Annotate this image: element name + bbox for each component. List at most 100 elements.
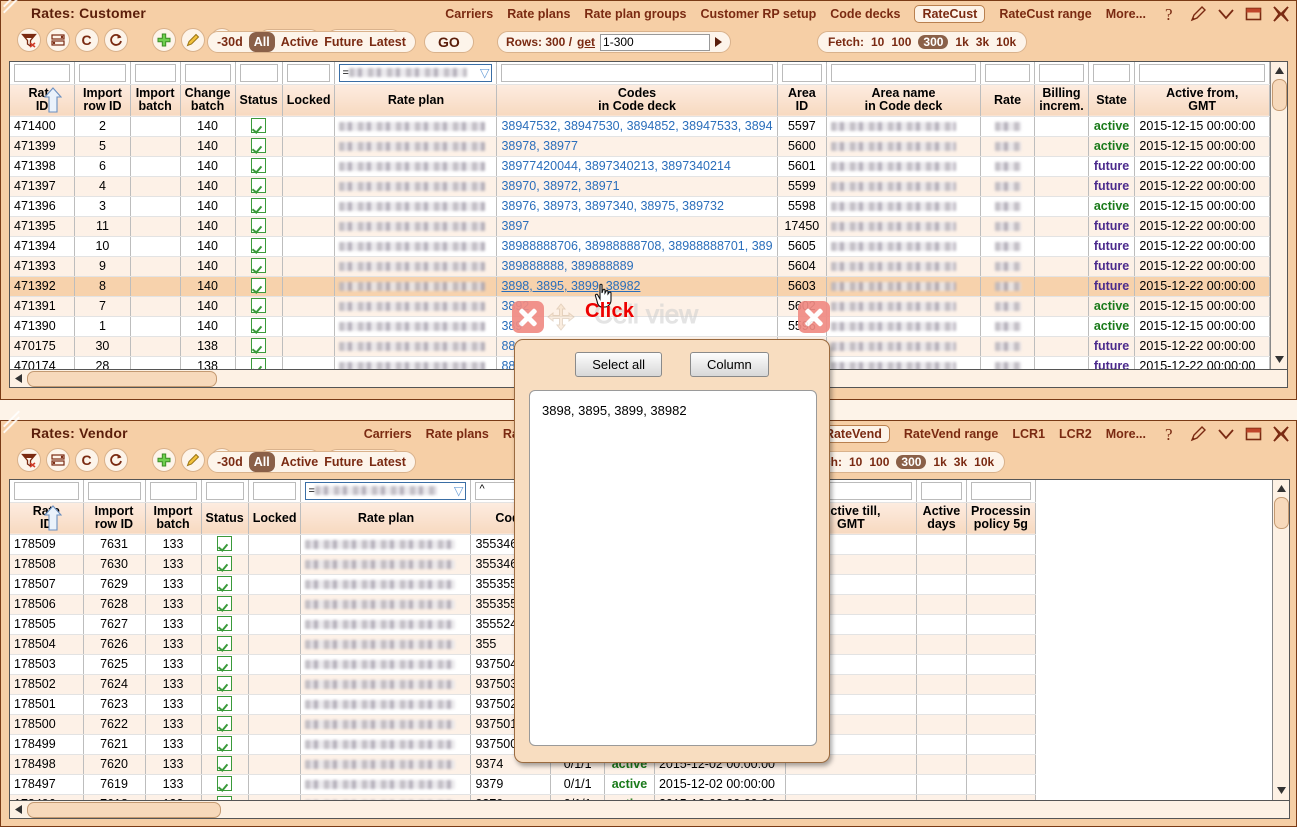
- cell-status[interactable]: [201, 614, 248, 634]
- cell-rate-plan[interactable]: [301, 734, 471, 754]
- period-active-vendor[interactable]: Active: [281, 452, 319, 472]
- cell-status[interactable]: [235, 116, 282, 136]
- cell-change-batch[interactable]: 140: [180, 296, 235, 316]
- filter-cell-rate[interactable]: [980, 62, 1034, 84]
- cell-import-batch[interactable]: 133: [145, 634, 201, 654]
- column-header-rate-id[interactable]: RateID: [10, 502, 83, 534]
- cell-billing-increm[interactable]: [1035, 116, 1088, 136]
- column-header-rate-plan[interactable]: Rate plan: [301, 502, 471, 534]
- cell-import-row-id[interactable]: 7627: [83, 614, 145, 634]
- cell-rate[interactable]: [980, 196, 1034, 216]
- cell-rate-id[interactable]: 178504: [10, 634, 83, 654]
- filter-cell-area-name-in-code-deck[interactable]: [827, 62, 981, 84]
- filter-cell-state[interactable]: [1088, 62, 1135, 84]
- nav-ratevend-range[interactable]: RateVend range: [904, 427, 998, 441]
- status-checkbox[interactable]: [217, 616, 232, 631]
- cell-change-batch[interactable]: 140: [180, 276, 235, 296]
- period-all[interactable]: All: [249, 32, 275, 52]
- cell-codes-in-code-deck[interactable]: 389888888, 389888889: [497, 256, 777, 276]
- status-checkbox[interactable]: [251, 218, 266, 233]
- cell-status[interactable]: [201, 734, 248, 754]
- cell-processing-policy[interactable]: [966, 694, 1035, 714]
- fetch-3k-vendor[interactable]: 3k: [954, 455, 967, 469]
- cell-active-days[interactable]: [916, 774, 966, 794]
- period-active[interactable]: Active: [281, 32, 319, 52]
- cell-view-titlebar[interactable]: Cell view: [494, 293, 850, 340]
- table-row[interactable]: 471400214038947532, 38947530, 3894852, 3…: [10, 116, 1270, 136]
- cell-locked[interactable]: [282, 176, 335, 196]
- horizontal-scroll-thumb-vendor[interactable]: [27, 802, 221, 818]
- nav-more[interactable]: More...: [1106, 7, 1146, 21]
- cell-area-name-in-code-deck[interactable]: [827, 256, 981, 276]
- cell-locked[interactable]: [282, 336, 335, 356]
- cell-rate-plan[interactable]: [335, 176, 497, 196]
- c-icon-vendor[interactable]: C: [75, 448, 99, 472]
- cell-state[interactable]: future: [1088, 276, 1135, 296]
- scroll-up-icon-vendor[interactable]: [1274, 481, 1289, 496]
- filter-cell-active-days[interactable]: [916, 480, 966, 502]
- cell-import-row-id[interactable]: 7628: [83, 594, 145, 614]
- cell-codes-in-code-deck[interactable]: 38977420044, 3897340213, 3897340214: [497, 156, 777, 176]
- rows-get-link[interactable]: get: [577, 35, 595, 49]
- horizontal-scroll-thumb[interactable]: [27, 371, 217, 387]
- status-checkbox[interactable]: [251, 278, 266, 293]
- column-button[interactable]: Column: [690, 352, 769, 377]
- status-checkbox[interactable]: [251, 158, 266, 173]
- cell-active-days[interactable]: [916, 594, 966, 614]
- fetch-10-vendor[interactable]: 10: [849, 455, 862, 469]
- status-checkbox[interactable]: [217, 556, 232, 571]
- cell-state[interactable]: active: [1088, 116, 1135, 136]
- cell-import-row-id[interactable]: 7626: [83, 634, 145, 654]
- cell-locked[interactable]: [282, 256, 335, 276]
- cell-import-batch[interactable]: [130, 256, 180, 276]
- status-checkbox[interactable]: [251, 178, 266, 193]
- fetch-3k[interactable]: 3k: [976, 35, 989, 49]
- filter-cell-import-batch[interactable]: [130, 62, 180, 84]
- fetch-100[interactable]: 100: [891, 35, 911, 49]
- cell-rate-id[interactable]: 471391: [10, 296, 75, 316]
- sort-ascending-icon[interactable]: [44, 87, 62, 113]
- cell-area-id[interactable]: 5598: [777, 196, 827, 216]
- table-row[interactable]: 471396314038976, 38973, 3897340, 38975, …: [10, 196, 1270, 216]
- cell-locked[interactable]: [248, 694, 301, 714]
- cell-area-name-in-code-deck[interactable]: [827, 176, 981, 196]
- cell-active-from-gmt[interactable]: 2015-12-22 00:00:00: [1135, 276, 1270, 296]
- codes-link[interactable]: 38988888706, 38988888708, 38988888701, 3…: [501, 239, 772, 253]
- cell-import-batch[interactable]: 133: [145, 714, 201, 734]
- cell-area-name-in-code-deck[interactable]: [827, 116, 981, 136]
- cell-rate[interactable]: [980, 356, 1034, 369]
- cell-area-name-in-code-deck[interactable]: [827, 156, 981, 176]
- fetch-1k[interactable]: 1k: [955, 35, 968, 49]
- cell-rate[interactable]: [980, 336, 1034, 356]
- table-row[interactable]: 471398614038977420044, 3897340213, 38973…: [10, 156, 1270, 176]
- cell-rate[interactable]: [980, 116, 1034, 136]
- cell-state[interactable]: future: [1088, 356, 1135, 369]
- cell-state[interactable]: active: [1088, 196, 1135, 216]
- cell-import-row-id[interactable]: 3: [75, 196, 131, 216]
- cell-billing-increm[interactable]: [1035, 176, 1088, 196]
- cell-rate-plan[interactable]: [335, 216, 497, 236]
- cell-rate-id[interactable]: 471396: [10, 196, 75, 216]
- table-row[interactable]: 4713939140389888888, 3898888895604future…: [10, 256, 1270, 276]
- table-row[interactable]: 471397414038970, 38972, 389715599future2…: [10, 176, 1270, 196]
- cell-rate-id[interactable]: 178503: [10, 654, 83, 674]
- cell-import-row-id[interactable]: 9: [75, 256, 131, 276]
- column-header-locked[interactable]: Locked: [282, 84, 335, 116]
- cell-import-row-id[interactable]: 7619: [83, 774, 145, 794]
- cell-rate-plan[interactable]: [335, 356, 497, 369]
- add-icon-vendor[interactable]: [152, 448, 176, 472]
- cell-active-days[interactable]: [916, 614, 966, 634]
- cell-locked[interactable]: [282, 296, 335, 316]
- cell-rate[interactable]: [980, 236, 1034, 256]
- cell-import-batch[interactable]: [130, 236, 180, 256]
- sort-ascending-icon[interactable]: [44, 505, 62, 531]
- period-30d[interactable]: -30d: [217, 32, 243, 52]
- nav-code-decks[interactable]: Code decks: [830, 7, 900, 21]
- cell-state[interactable]: future: [1088, 216, 1135, 236]
- cell-billing-increm[interactable]: [1035, 316, 1088, 336]
- cell-rate[interactable]: [980, 316, 1034, 336]
- period-all-vendor[interactable]: All: [249, 452, 275, 472]
- cell-area-id[interactable]: 17450: [777, 216, 827, 236]
- column-header-rate[interactable]: Rate: [980, 84, 1034, 116]
- cell-rate[interactable]: [980, 156, 1034, 176]
